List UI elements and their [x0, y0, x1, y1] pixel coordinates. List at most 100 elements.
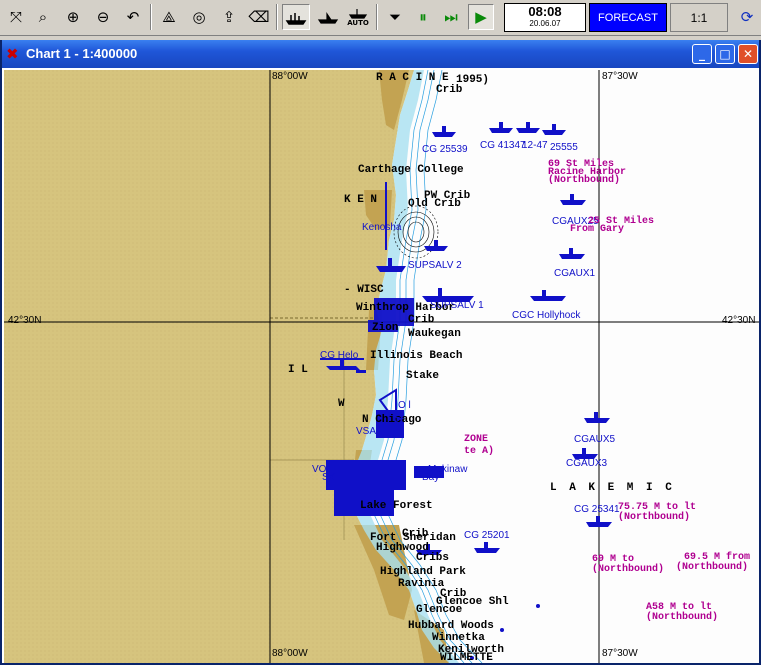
maximize-button[interactable]: □ [715, 44, 735, 64]
target-icon[interactable]: ◎ [186, 4, 212, 30]
vessel-label[interactable]: VSA [356, 426, 376, 438]
zoom-window-icon[interactable]: ⌕ [30, 4, 56, 30]
place-label: Kenosha [362, 222, 402, 233]
vessel-icon [584, 412, 610, 423]
place-label: Carthage College [358, 164, 464, 176]
route-label: (Northbound) [646, 612, 719, 623]
scale-button[interactable]: 1:1 [670, 3, 728, 32]
place-label: Crib [408, 314, 435, 326]
forecast-button[interactable]: FORECAST [589, 3, 667, 32]
vessel-label[interactable]: CG Helo [320, 350, 358, 362]
place-label: Winnetka [432, 632, 485, 644]
place-label: Glencoe [416, 604, 463, 616]
vessel-label[interactable]: CGAUX1 [554, 268, 595, 280]
stop-icon[interactable]: ⏷ [382, 4, 408, 30]
grid-label-lat: 42°30N [8, 315, 42, 326]
chart-window: ✖ Chart 1 - 1:400000 _ □ ✕ 88°00W 87°30W… [0, 40, 761, 665]
vessel-label[interactable]: SUPSALV 1 [430, 300, 484, 312]
clock-display: 08:08 20.06.07 [504, 3, 586, 32]
place-label: Crib [436, 84, 463, 96]
vessel-icon [586, 516, 612, 527]
vessel-icon [560, 194, 586, 205]
vessel-label[interactable]: CGAUX5 [574, 434, 615, 446]
pause-icon[interactable]: ⏸ [410, 4, 436, 30]
clock-time: 08:08 [528, 4, 562, 19]
place-label: Illinois Beach [370, 350, 463, 362]
close-button[interactable]: ✕ [738, 44, 758, 64]
vessel-label[interactable]: SUPSALV 2 [408, 260, 462, 272]
window-title: Chart 1 - 1:400000 [26, 46, 138, 61]
ship-track-button[interactable] [282, 4, 310, 30]
vessel-icon [559, 248, 585, 259]
minimize-button[interactable]: _ [692, 44, 712, 64]
title-bar[interactable]: ✖ Chart 1 - 1:400000 _ □ ✕ [2, 40, 759, 68]
vessel-label[interactable]: CGAUX3 [566, 458, 607, 470]
play-icon[interactable]: ▶ [468, 4, 494, 30]
place-label: Hubbard Woods [408, 620, 494, 632]
place-label: Lake Forest [360, 500, 433, 512]
place-label: I L [288, 364, 308, 376]
main-toolbar: ⤧ ⌕ ⊕ ⊖ ↶ ⟁ ◎ ⇪ ⌫ AUTO ⏷ ⏸ ⏭ ▶ 08:08 20.… [0, 0, 761, 36]
vessel-label[interactable]: CG 25539 [422, 144, 468, 156]
route-label: te A) [464, 446, 495, 457]
place-label: N Chicago [362, 414, 422, 426]
route-label: (Northbound) [676, 562, 749, 573]
place-label: Ravinia [398, 578, 445, 590]
vessel-label[interactable]: SK [322, 472, 335, 484]
auto-button[interactable]: AUTO [344, 4, 372, 30]
fit-icon[interactable]: ⤧ [3, 4, 29, 30]
vessel-label[interactable]: Ti [394, 416, 402, 428]
export-icon[interactable]: ⇪ [216, 4, 242, 30]
zoom-out-icon[interactable]: ⊖ [90, 4, 116, 30]
route-label: (Northbound) [618, 512, 691, 523]
route-label: (Northbound) [548, 175, 621, 186]
ship-silhouette-icon [317, 12, 339, 24]
vessel-label[interactable]: CGC Hollyhock [512, 310, 580, 322]
vessel-icon [474, 542, 500, 553]
grid-label-lon: 88°00W [272, 648, 308, 659]
route-label: From Gary [570, 224, 625, 235]
place-label: WILMETTE [440, 652, 493, 663]
toolbar-separator [376, 4, 378, 30]
place-label: Highland Park [380, 566, 466, 578]
toolbar-separator [276, 4, 278, 30]
vessel-label[interactable]: CG 25341 [574, 504, 620, 516]
vessel-icon [432, 126, 456, 137]
vessel-icon [424, 240, 448, 251]
route-label: (Northbound) [592, 564, 665, 575]
clock-date: 20.06.07 [529, 19, 561, 28]
undo-icon[interactable]: ↶ [120, 4, 146, 30]
vessel-label[interactable]: CG 41347 [480, 140, 526, 152]
ship-icon[interactable] [314, 4, 342, 30]
delete-icon[interactable]: ⌫ [246, 4, 272, 30]
auto-ship-icon [348, 9, 368, 19]
vessel-label[interactable]: Bay [422, 472, 439, 484]
grid-label-lon: 87°30W [602, 71, 638, 82]
grid-label-lon: 88°00W [272, 71, 308, 82]
vessel-label[interactable]: 25555 [550, 142, 578, 154]
place-label: R A C I N E [376, 72, 449, 84]
vessel-icon [489, 122, 513, 133]
zoom-in-icon[interactable]: ⊕ [60, 4, 86, 30]
vessel-icon [516, 122, 540, 133]
place-label: W [338, 398, 345, 410]
grid-label-lon: 87°30W [602, 648, 638, 659]
place-label: L A K E M I C [550, 482, 675, 494]
place-label: K E N [344, 194, 378, 206]
route-label: ZONE [464, 434, 489, 445]
vessel-icon [530, 290, 566, 301]
nautical-chart[interactable]: 88°00W 87°30W 42°30N 42°30N 88°00W 87°30… [4, 70, 759, 663]
ship-track-icon [285, 13, 307, 25]
place-label: Waukegan [408, 328, 461, 340]
vessel-label[interactable]: 12-47 [522, 140, 548, 152]
compass-icon[interactable]: ⟁ [156, 4, 182, 30]
fast-forward-icon[interactable]: ⏭ [438, 4, 464, 30]
place-label: Cribs [416, 552, 450, 564]
grid-label-lat: 42°30N [722, 315, 756, 326]
vessel-label[interactable]: CG 25201 [464, 530, 510, 542]
vessel-label[interactable]: O l [398, 400, 411, 412]
toolbar-separator [150, 4, 152, 30]
place-label: - WISC [344, 284, 384, 296]
refresh-icon[interactable]: ⟳ [734, 4, 760, 30]
vessel-icon [542, 124, 566, 135]
